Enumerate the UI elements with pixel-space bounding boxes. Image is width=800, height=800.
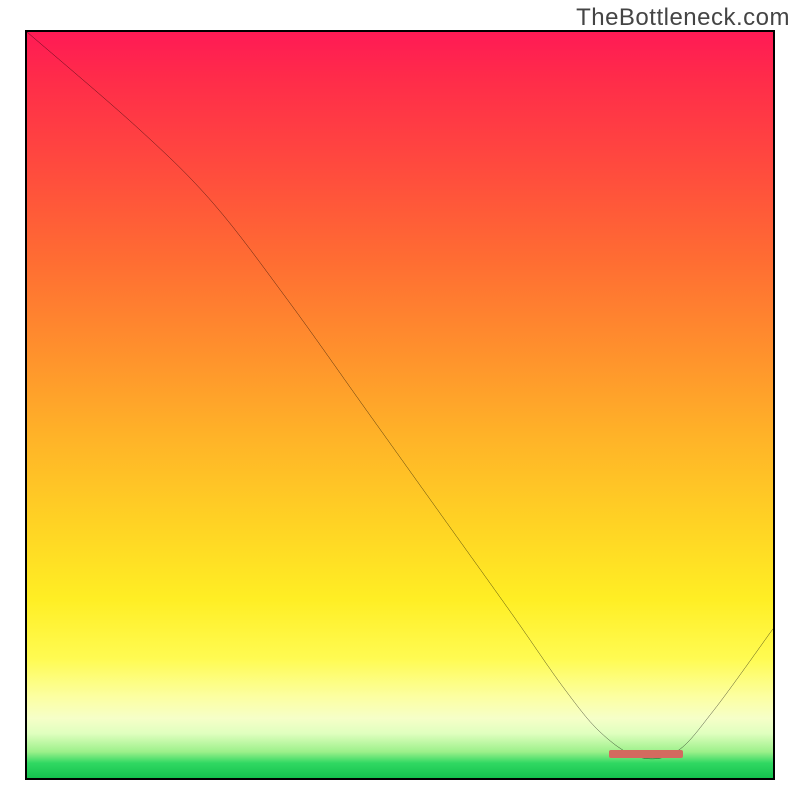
optimal-range-marker [609,750,684,758]
chart-container: TheBottleneck.com [0,0,800,800]
curve-path [27,32,773,759]
plot-area [25,30,775,780]
bottleneck-curve [27,32,773,778]
watermark-text: TheBottleneck.com [576,4,790,32]
